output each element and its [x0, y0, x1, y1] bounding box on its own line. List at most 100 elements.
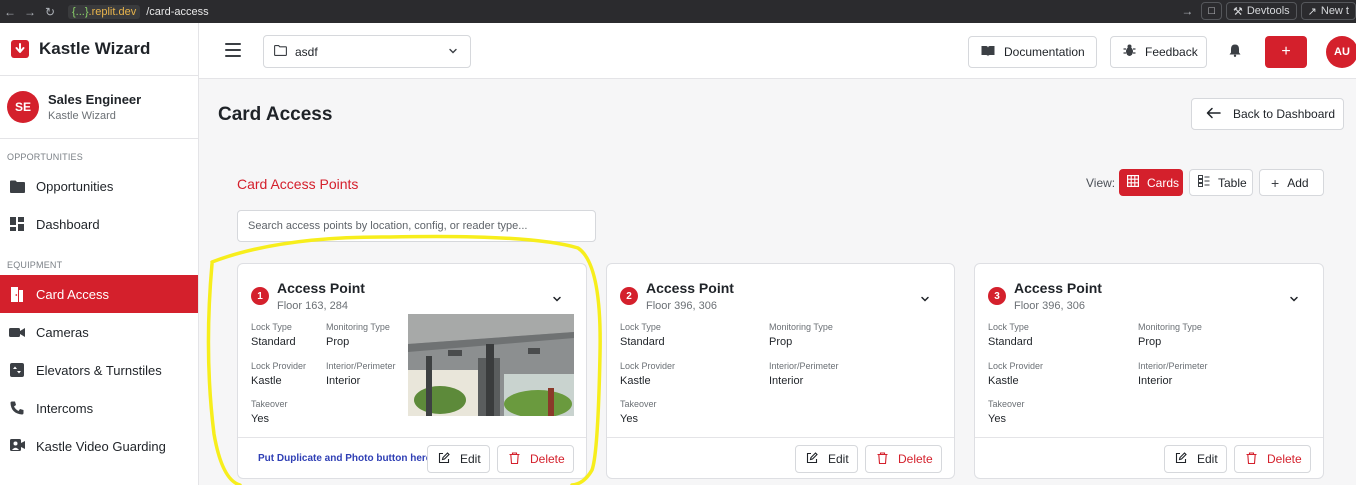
- new-tab-button[interactable]: ↗ New t: [1300, 2, 1356, 20]
- brand-title: Kastle Wizard: [39, 39, 151, 58]
- url-host: .replit.dev: [88, 5, 137, 18]
- sidebar-item-cameras[interactable]: Cameras: [0, 313, 198, 351]
- add-access-point-button[interactable]: + Add: [1259, 169, 1324, 196]
- field-label: Interior/Perimeter: [1138, 361, 1208, 371]
- field-monitoring-type: Monitoring Type Prop: [326, 322, 390, 348]
- table-icon: [1198, 175, 1210, 190]
- folder-icon: [9, 178, 25, 194]
- card-footer: Put Duplicate and Photo button here Edit…: [238, 437, 586, 479]
- field-interior-perimeter: Interior/Perimeter Interior: [769, 361, 839, 387]
- sidebar: Kastle Wizard SE Sales Engineer Kastle W…: [0, 23, 199, 485]
- sidebar-item-label: Dashboard: [36, 216, 100, 232]
- pencil-square-icon: [806, 451, 818, 467]
- card-title: Access Point: [1014, 280, 1102, 296]
- field-takeover: Takeover Yes: [620, 399, 657, 425]
- field-value: Yes: [251, 413, 269, 425]
- duplicate-photo-note: Put Duplicate and Photo button here: [258, 453, 432, 464]
- section-title: Card Access Points: [237, 176, 359, 192]
- brand[interactable]: Kastle Wizard: [0, 23, 198, 76]
- sidebar-item-dashboard[interactable]: Dashboard: [0, 205, 198, 243]
- view-table-button[interactable]: Table: [1189, 169, 1253, 196]
- field-lock-provider: Lock Provider Kastle: [620, 361, 675, 387]
- sidebar-item-opportunities[interactable]: Opportunities: [0, 167, 198, 205]
- section-label-opportunities: OPPORTUNITIES: [7, 152, 83, 162]
- field-label: Monitoring Type: [1138, 322, 1202, 332]
- access-point-card[interactable]: 3 Access Point Floor 396, 306 Lock Type S…: [974, 263, 1324, 479]
- kastle-logo-icon: [11, 40, 29, 58]
- dashboard-icon: [9, 216, 25, 232]
- field-lock-type: Lock Type Standard: [620, 322, 665, 348]
- reload-icon[interactable]: ↻: [40, 5, 60, 19]
- documentation-label: Documentation: [1004, 45, 1085, 59]
- edit-label: Edit: [1197, 452, 1218, 466]
- field-value: Standard: [251, 336, 296, 348]
- field-label: Monitoring Type: [326, 322, 390, 332]
- field-label: Lock Provider: [251, 361, 307, 371]
- sidebar-item-elevators[interactable]: Elevators & Turnstiles: [0, 351, 198, 389]
- delete-button[interactable]: Delete: [497, 445, 574, 473]
- pencil-square-icon: [438, 451, 450, 467]
- door-icon: [9, 286, 25, 302]
- external-link-icon: ↗: [1307, 5, 1317, 18]
- delete-button[interactable]: Delete: [1234, 445, 1311, 473]
- edit-button[interactable]: Edit: [427, 445, 490, 473]
- field-value: Kastle: [251, 375, 282, 387]
- field-value: Standard: [620, 336, 665, 348]
- elevator-icon: [9, 362, 25, 378]
- card-number-badge: 1: [251, 287, 269, 305]
- back-to-dashboard-button[interactable]: Back to Dashboard: [1191, 98, 1344, 130]
- menu-icon[interactable]: [225, 43, 241, 57]
- project-select[interactable]: asdf: [263, 35, 471, 68]
- browser-toolbar: ← → ↻ {...}.replit.dev /card-access → □ …: [0, 0, 1356, 23]
- field-label: Lock Type: [251, 322, 292, 332]
- grid-icon: [1127, 175, 1140, 190]
- forward-arrow-icon[interactable]: →: [20, 5, 40, 19]
- field-value: Interior: [769, 375, 804, 387]
- edit-label: Edit: [828, 452, 849, 466]
- search-input[interactable]: [237, 210, 596, 242]
- edit-button[interactable]: Edit: [795, 445, 858, 473]
- sidebar-item-card-access[interactable]: Card Access: [0, 275, 198, 313]
- chat-icon[interactable]: □: [1201, 2, 1222, 20]
- field-label: Lock Type: [988, 322, 1029, 332]
- sidebar-item-video-guarding[interactable]: Kastle Video Guarding: [0, 427, 198, 465]
- sidebar-item-label: Card Access: [36, 286, 109, 302]
- field-lock-provider: Lock Provider Kastle: [251, 361, 306, 387]
- delete-label: Delete: [1267, 452, 1302, 466]
- new-tab-label: New t: [1320, 5, 1349, 17]
- add-button[interactable]: +: [1265, 36, 1307, 68]
- bell-icon[interactable]: [1229, 44, 1241, 62]
- url-domain[interactable]: {...}.replit.dev: [68, 4, 141, 19]
- chevron-down-icon[interactable]: [552, 291, 562, 309]
- feedback-button[interactable]: Feedback: [1110, 36, 1207, 68]
- page-title: Card Access: [218, 104, 333, 125]
- add-label: Add: [1287, 175, 1309, 190]
- view-cards-button[interactable]: Cards: [1119, 169, 1183, 196]
- plus-icon: +: [1271, 174, 1280, 191]
- field-value: Yes: [620, 413, 638, 425]
- chevron-down-icon[interactable]: [920, 291, 930, 309]
- sidebar-item-intercoms[interactable]: Intercoms: [0, 389, 198, 427]
- video-guard-icon: [9, 438, 25, 454]
- phone-icon: [9, 400, 25, 416]
- field-interior-perimeter: Interior/Perimeter Interior: [1138, 361, 1208, 387]
- devtools-button[interactable]: ⚒ Devtools: [1225, 2, 1297, 20]
- delete-button[interactable]: Delete: [865, 445, 942, 473]
- url-path[interactable]: /card-access: [146, 6, 208, 18]
- sidebar-item-label: Cameras: [36, 324, 89, 340]
- user-profile[interactable]: SE Sales Engineer Kastle Wizard: [0, 76, 198, 139]
- access-point-card[interactable]: 2 Access Point Floor 396, 306 Lock Type S…: [606, 263, 955, 479]
- sidebar-item-label: Opportunities: [36, 178, 114, 194]
- edit-button[interactable]: Edit: [1164, 445, 1227, 473]
- card-location: Floor 163, 284: [277, 300, 348, 312]
- chevron-down-icon[interactable]: [1289, 291, 1299, 309]
- field-value: Prop: [326, 336, 350, 348]
- access-point-photo[interactable]: [408, 314, 574, 416]
- back-arrow-icon[interactable]: ←: [0, 5, 20, 19]
- open-arrow-icon[interactable]: →: [1177, 4, 1197, 18]
- access-point-card[interactable]: 1 Access Point Floor 163, 284 Lock Type S…: [237, 263, 587, 479]
- back-label: Back to Dashboard: [1233, 107, 1336, 121]
- avatar[interactable]: AU: [1326, 36, 1356, 68]
- field-monitoring-type: Monitoring Type Prop: [769, 322, 833, 348]
- documentation-button[interactable]: Documentation: [968, 36, 1097, 68]
